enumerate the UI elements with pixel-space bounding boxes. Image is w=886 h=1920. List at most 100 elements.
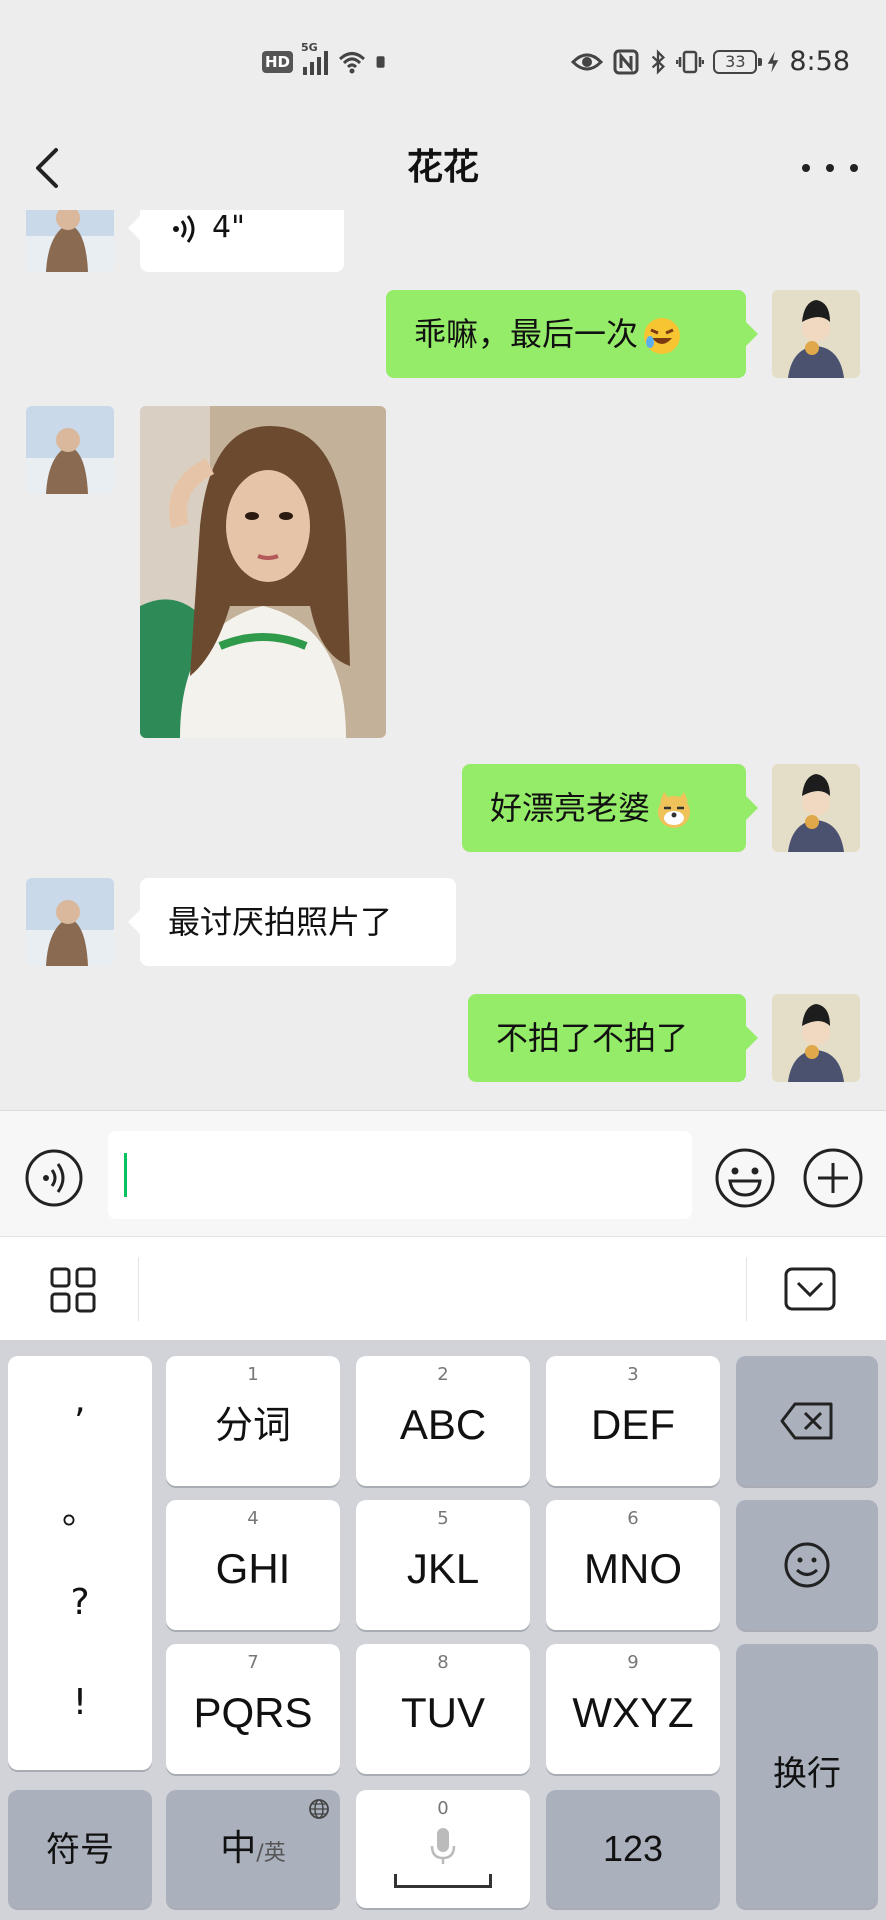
key-1[interactable]: 1 分词 xyxy=(166,1356,340,1486)
my-avatar[interactable] xyxy=(772,290,860,378)
symbols-key[interactable]: 符号 xyxy=(8,1790,152,1908)
language-toggle-key[interactable]: 中/英 xyxy=(166,1790,340,1908)
key-number: 5 xyxy=(437,1508,449,1529)
key-4[interactable]: 4 GHI xyxy=(166,1500,340,1630)
punct-comma[interactable]: , xyxy=(8,1380,152,1421)
key-8[interactable]: 8 TUV xyxy=(356,1644,530,1774)
globe-icon xyxy=(309,1799,329,1819)
divider xyxy=(746,1257,747,1321)
text-cursor xyxy=(124,1153,127,1197)
space-bar-glyph xyxy=(394,1874,492,1888)
key-label: JKL xyxy=(406,1545,480,1592)
clock: 8:58 xyxy=(789,46,850,77)
message-bubble-sent[interactable]: 乖嘛，最后一次 xyxy=(386,290,758,378)
status-right: 33 8:58 xyxy=(571,46,850,77)
hd-badge: HD xyxy=(262,51,294,73)
key-label: PQRS xyxy=(193,1689,313,1736)
bluetooth-icon xyxy=(652,48,666,75)
t9-keyboard: , 。 ? ! 1 分词 2 ABC 3 DEF 4 GHI 5 JKL 6 M… xyxy=(0,1340,886,1920)
network-type: 5G xyxy=(301,41,318,54)
enter-key[interactable]: 换行 xyxy=(736,1644,878,1908)
emoji-key[interactable] xyxy=(736,1500,878,1630)
punct-question[interactable]: ? xyxy=(8,1582,152,1623)
hide-keyboard-icon[interactable] xyxy=(784,1267,836,1311)
key-number: 8 xyxy=(437,1652,449,1673)
key-number: 6 xyxy=(627,1508,639,1529)
backspace-icon xyxy=(780,1402,833,1440)
numeric-label: 123 xyxy=(602,1828,664,1869)
contact-avatar[interactable] xyxy=(26,878,114,966)
wifi-icon xyxy=(339,52,366,74)
key-number: 0 xyxy=(437,1798,449,1819)
message-bubble-sent[interactable]: 好漂亮老婆 xyxy=(462,764,758,852)
punctuation-column[interactable]: , 。 ? ! xyxy=(8,1356,152,1770)
key-9[interactable]: 9 WXYZ xyxy=(546,1644,720,1774)
key-number: 3 xyxy=(627,1364,639,1385)
sim-icon xyxy=(376,56,385,68)
my-avatar[interactable] xyxy=(772,764,860,852)
nfc-icon xyxy=(613,49,639,74)
doge-emoji-icon xyxy=(658,792,691,828)
message-input[interactable] xyxy=(108,1131,692,1219)
backspace-key[interactable] xyxy=(736,1356,878,1486)
key-number: 4 xyxy=(247,1508,259,1529)
message-bubble-received[interactable]: 最讨厌拍照片了 xyxy=(128,878,456,966)
input-bar xyxy=(0,1110,886,1236)
key-label: MNO xyxy=(584,1545,682,1592)
my-avatar[interactable] xyxy=(772,994,860,1082)
grid-menu-icon[interactable] xyxy=(50,1267,96,1313)
battery-icon: 33 xyxy=(713,49,763,74)
signal-icon: 5G xyxy=(301,41,329,75)
key-label: TUV xyxy=(401,1689,485,1736)
enter-label: 换行 xyxy=(773,1754,841,1794)
message-text: 不拍了不拍了 xyxy=(496,1019,689,1057)
message-text: 最讨厌拍照片了 xyxy=(168,903,393,941)
voice-wave-icon xyxy=(173,214,195,243)
laughing-emoji-icon xyxy=(644,318,681,354)
voice-duration: 4" xyxy=(212,210,245,245)
keyboard-toolbar xyxy=(0,1236,886,1340)
plus-icon[interactable] xyxy=(802,1147,864,1209)
message-bubble-sent[interactable]: 不拍了不拍了 xyxy=(468,994,758,1082)
lang-english: /英 xyxy=(256,1841,286,1866)
punct-exclaim[interactable]: ! xyxy=(8,1682,152,1723)
contact-avatar[interactable] xyxy=(26,406,114,494)
voice-input-icon[interactable] xyxy=(24,1148,84,1208)
key-label: ABC xyxy=(399,1401,487,1448)
message-text: 好漂亮老婆 xyxy=(490,789,651,827)
key-label: GHI xyxy=(215,1545,291,1592)
key-number: 2 xyxy=(437,1364,449,1385)
smiley-icon xyxy=(784,1542,830,1588)
symbols-label: 符号 xyxy=(46,1830,114,1870)
space-key[interactable]: 0 xyxy=(356,1790,530,1908)
status-bar: HD 5G 33 8:58 xyxy=(0,0,886,130)
key-2[interactable]: 2 ABC xyxy=(356,1356,530,1486)
key-7[interactable]: 7 PQRS xyxy=(166,1644,340,1774)
contact-avatar[interactable] xyxy=(26,210,114,272)
emoji-icon[interactable] xyxy=(714,1147,776,1209)
key-5[interactable]: 5 JKL xyxy=(356,1500,530,1630)
divider xyxy=(138,1257,139,1321)
vibrate-icon xyxy=(676,50,705,73)
battery-level: 33 xyxy=(725,51,746,71)
punct-period[interactable]: 。 xyxy=(8,1482,152,1534)
key-label: WXYZ xyxy=(572,1689,694,1736)
key-6[interactable]: 6 MNO xyxy=(546,1500,720,1630)
photo-message[interactable] xyxy=(140,406,386,738)
microphone-icon xyxy=(430,1828,456,1864)
key-label: 分词 xyxy=(214,1403,291,1447)
key-label: DEF xyxy=(591,1401,675,1448)
numeric-key[interactable]: 123 xyxy=(546,1790,720,1908)
message-list[interactable]: 4" 乖嘛，最后一次 好漂亮老婆 最讨厌拍照片了 不拍了不拍了 xyxy=(0,210,886,1110)
more-options-icon[interactable] xyxy=(802,138,858,198)
lang-chinese: 中 xyxy=(220,1828,257,1869)
key-3[interactable]: 3 DEF xyxy=(546,1356,720,1486)
chat-header: 花花 xyxy=(0,130,886,210)
eye-icon xyxy=(571,53,604,70)
charging-icon xyxy=(768,51,779,72)
voice-message[interactable]: 4" xyxy=(128,210,344,272)
chat-title: 花花 xyxy=(406,147,479,188)
message-text: 乖嘛，最后一次 xyxy=(414,315,639,353)
key-number: 7 xyxy=(247,1652,259,1673)
key-number: 1 xyxy=(247,1364,259,1385)
